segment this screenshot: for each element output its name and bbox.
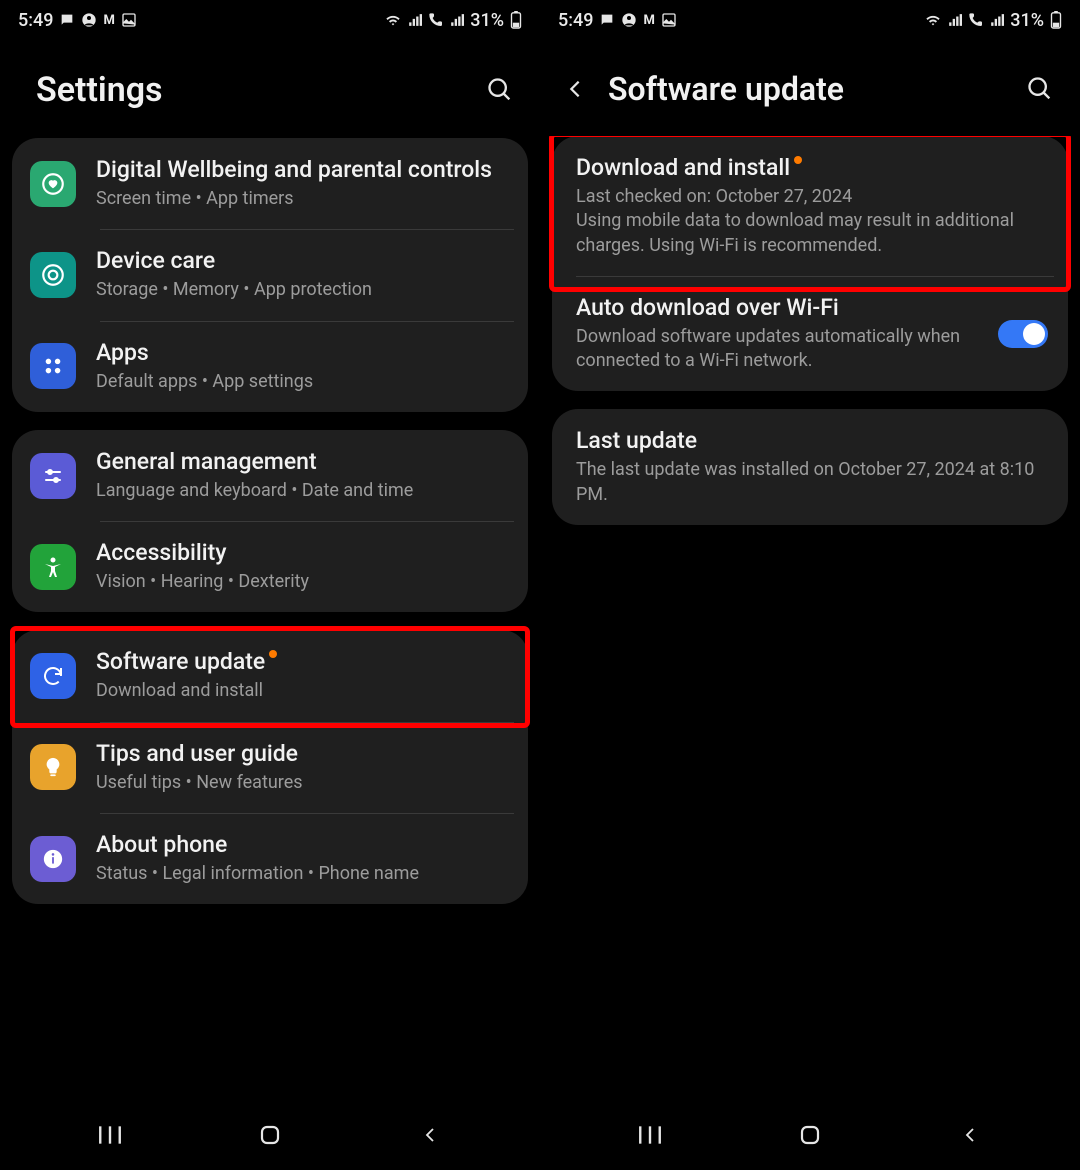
volte-icon xyxy=(968,12,984,28)
status-time: 5:49 xyxy=(558,10,593,31)
setting-sub: Status • Legal information • Phone name xyxy=(96,862,510,886)
battery-icon xyxy=(510,11,522,29)
setting-wellbeing[interactable]: Digital Wellbeing and parental controls … xyxy=(12,138,528,229)
apps-icon xyxy=(30,343,76,389)
download-install-row[interactable]: Download and install Last checked on: Oc… xyxy=(552,136,1068,276)
device-care-icon xyxy=(30,252,76,298)
last-update-row[interactable]: Last update The last update was installe… xyxy=(552,409,1068,525)
signal2-icon xyxy=(450,13,464,27)
search-button[interactable] xyxy=(484,74,516,106)
gmail-icon: M xyxy=(103,13,114,28)
image-icon xyxy=(661,12,677,28)
back-button[interactable] xyxy=(400,1123,460,1147)
row-sub: Last checked on: October 27, 2024 Using … xyxy=(576,185,1048,258)
row-sub: The last update was installed on October… xyxy=(576,458,1048,507)
home-button[interactable] xyxy=(240,1123,300,1147)
update-group: Download and install Last checked on: Oc… xyxy=(552,136,1068,391)
volte-icon xyxy=(428,12,444,28)
row-title: Download and install xyxy=(576,154,1048,181)
settings-group: Digital Wellbeing and parental controls … xyxy=(12,138,528,412)
software-update-icon xyxy=(30,653,76,699)
chat-icon xyxy=(599,12,615,28)
setting-sub: Default apps • App settings xyxy=(96,370,510,394)
software-update-screen: 5:49 M 31% xyxy=(540,0,1080,1170)
setting-title: General management xyxy=(96,448,510,475)
setting-title: Digital Wellbeing and parental controls xyxy=(96,156,510,183)
setting-title: Device care xyxy=(96,247,510,274)
setting-title: Apps xyxy=(96,339,510,366)
nav-bar xyxy=(540,1100,1080,1170)
signal-icon xyxy=(408,13,422,27)
status-bar: 5:49 M 31% xyxy=(540,0,1080,40)
setting-device-care[interactable]: Device care Storage • Memory • App prote… xyxy=(12,229,528,320)
auto-download-toggle[interactable] xyxy=(998,320,1048,348)
auto-download-row[interactable]: Auto download over Wi-Fi Download softwa… xyxy=(552,276,1068,392)
setting-sub: Useful tips • New features xyxy=(96,771,510,795)
setting-title: About phone xyxy=(96,831,510,858)
battery-percent: 31% xyxy=(1010,10,1044,31)
page-title: Software update xyxy=(608,70,1008,108)
setting-sub: Download and install xyxy=(96,679,510,703)
settings-list[interactable]: Digital Wellbeing and parental controls … xyxy=(0,138,540,1100)
wifi-icon xyxy=(924,12,942,28)
about-icon xyxy=(30,836,76,882)
software-update-header: Software update xyxy=(540,40,1080,136)
setting-accessibility[interactable]: Accessibility Vision • Hearing • Dexteri… xyxy=(12,521,528,612)
account-icon xyxy=(81,12,97,28)
wifi-icon xyxy=(384,12,402,28)
accessibility-icon xyxy=(30,544,76,590)
recents-button[interactable] xyxy=(620,1124,680,1146)
home-button[interactable] xyxy=(780,1123,840,1147)
status-bar: 5:49 M 31% xyxy=(0,0,540,40)
setting-about[interactable]: About phone Status • Legal information •… xyxy=(12,813,528,904)
nav-bar xyxy=(0,1100,540,1170)
settings-group: General management Language and keyboard… xyxy=(12,430,528,613)
setting-tips[interactable]: Tips and user guide Useful tips • New fe… xyxy=(12,722,528,813)
setting-title: Accessibility xyxy=(96,539,510,566)
update-group: Last update The last update was installe… xyxy=(552,409,1068,525)
tips-icon xyxy=(30,744,76,790)
recents-button[interactable] xyxy=(80,1124,140,1146)
notification-dot xyxy=(269,650,277,658)
gmail-icon: M xyxy=(643,13,654,28)
setting-general[interactable]: General management Language and keyboard… xyxy=(12,430,528,521)
setting-sub: Vision • Hearing • Dexterity xyxy=(96,570,510,594)
row-title: Last update xyxy=(576,427,1048,454)
setting-apps[interactable]: Apps Default apps • App settings xyxy=(12,321,528,412)
settings-screen: 5:49 M 31% xyxy=(0,0,540,1170)
row-sub: Download software updates automatically … xyxy=(576,325,978,374)
notification-dot xyxy=(794,156,802,164)
setting-software-update[interactable]: Software update Download and install xyxy=(12,630,528,721)
account-icon xyxy=(621,12,637,28)
signal-icon xyxy=(948,13,962,27)
setting-sub: Storage • Memory • App protection xyxy=(96,278,510,302)
wellbeing-icon xyxy=(30,161,76,207)
setting-title: Software update xyxy=(96,648,510,675)
back-button[interactable] xyxy=(940,1123,1000,1147)
battery-percent: 31% xyxy=(470,10,504,31)
row-title: Auto download over Wi-Fi xyxy=(576,294,978,321)
settings-header: Settings xyxy=(0,40,540,138)
setting-title: Tips and user guide xyxy=(96,740,510,767)
software-update-list[interactable]: Download and install Last checked on: Oc… xyxy=(540,136,1080,1100)
image-icon xyxy=(121,12,137,28)
signal2-icon xyxy=(990,13,1004,27)
settings-group: Software update Download and install Tip… xyxy=(12,630,528,904)
search-button[interactable] xyxy=(1024,73,1056,105)
chat-icon xyxy=(59,12,75,28)
back-button[interactable] xyxy=(564,76,592,102)
battery-icon xyxy=(1050,11,1062,29)
setting-sub: Screen time • App timers xyxy=(96,187,510,211)
setting-sub: Language and keyboard • Date and time xyxy=(96,479,510,503)
general-icon xyxy=(30,453,76,499)
page-title: Settings xyxy=(36,70,468,110)
status-time: 5:49 xyxy=(18,10,53,31)
